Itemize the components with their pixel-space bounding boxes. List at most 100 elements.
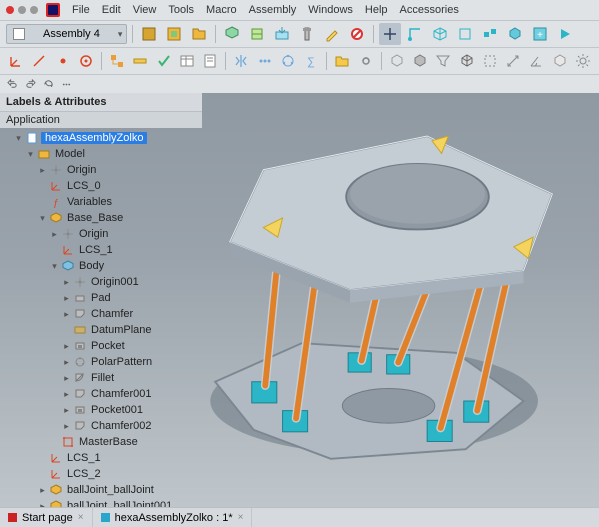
vars-icon: ƒ <box>50 196 62 208</box>
sel-filter-button[interactable] <box>433 50 453 72</box>
tab-start-page[interactable]: Start page × <box>0 508 93 527</box>
isometric-view-button[interactable] <box>429 23 451 45</box>
boxes-button[interactable] <box>479 23 501 45</box>
settings-button[interactable] <box>573 50 593 72</box>
menu-macro[interactable]: Macro <box>200 4 243 16</box>
menu-accessories[interactable]: Accessories <box>394 4 465 16</box>
link-selection-button[interactable] <box>355 50 375 72</box>
tree-node-fillet[interactable]: ▸Fillet <box>4 370 202 386</box>
maximize-window-icon[interactable] <box>30 6 38 14</box>
menu-file[interactable]: File <box>66 4 96 16</box>
tree-node-body[interactable]: ▾Body <box>4 258 202 274</box>
menu-edit[interactable]: Edit <box>96 4 127 16</box>
tree-node-lcs-1[interactable]: LCS_1 <box>4 450 202 466</box>
redo-button[interactable] <box>22 76 38 92</box>
menu-windows[interactable]: Windows <box>302 4 359 16</box>
edit-placement-button[interactable] <box>321 23 343 45</box>
front-view-button[interactable] <box>454 23 476 45</box>
tree-node-masterbase[interactable]: MasterBase <box>4 434 202 450</box>
tree-node-chamfer001[interactable]: ▸Chamfer001 <box>4 386 202 402</box>
expression-array-button[interactable]: ∑ <box>301 50 321 72</box>
workbench-selector[interactable]: Assembly 4 ▾ <box>6 24 127 44</box>
window-controls <box>0 6 44 14</box>
tree-node-pocket001[interactable]: ▸Pocket001 <box>4 402 202 418</box>
new-group-button[interactable] <box>188 23 210 45</box>
tree-node-balljoint-balljoint[interactable]: ▸ballJoint_ballJoint <box>4 482 202 498</box>
tree-node-label: MasterBase <box>77 436 140 448</box>
view-cube-button[interactable] <box>550 50 570 72</box>
tree-node-pocket[interactable]: ▸Pocket <box>4 338 202 354</box>
close-icon[interactable]: × <box>238 512 244 523</box>
menu-tools[interactable]: Tools <box>162 4 200 16</box>
hole-tool-button[interactable] <box>76 50 96 72</box>
tree-node-model[interactable]: ▾Model <box>4 146 202 162</box>
tree-node-origin[interactable]: ▸Origin <box>4 162 202 178</box>
toggle-construction-button[interactable] <box>480 50 500 72</box>
tree-node-balljoint-balljoint001[interactable]: ▸ballJoint_ballJoint001 <box>4 498 202 507</box>
close-window-icon[interactable] <box>6 6 14 14</box>
tree-node-variables[interactable]: ƒ Variables <box>4 194 202 210</box>
undo-button[interactable] <box>4 76 20 92</box>
import-datum-button[interactable] <box>271 23 293 45</box>
fillet-icon <box>74 372 86 384</box>
wire-shaded-button[interactable] <box>456 50 476 72</box>
tree-node-datumplane[interactable]: DatumPlane <box>4 322 202 338</box>
measure-button[interactable] <box>130 50 150 72</box>
tree-node-lcs-1[interactable]: LCS_1 <box>4 242 202 258</box>
check-button[interactable] <box>154 50 174 72</box>
new-sketch-button[interactable] <box>246 23 268 45</box>
insert-link-button[interactable] <box>221 23 243 45</box>
menu-view[interactable]: View <box>127 4 163 16</box>
point-tool-button[interactable] <box>53 50 73 72</box>
chevron-down-icon: ▾ <box>118 29 123 40</box>
fasteners-button[interactable] <box>296 23 318 45</box>
close-icon[interactable]: × <box>78 512 84 523</box>
tree-node-origin001[interactable]: ▸Origin001 <box>4 274 202 290</box>
tree-application-row[interactable]: Application <box>0 112 202 128</box>
start-page-icon <box>8 513 17 522</box>
variant-link-button[interactable] <box>504 23 526 45</box>
pocket-icon <box>74 404 86 416</box>
tree-body[interactable]: ▾hexaAssemblyZolko▾Model▸OriginLCS_0ƒVar… <box>0 128 202 507</box>
lcs-tool-button[interactable] <box>6 50 26 72</box>
show-lcs-button[interactable] <box>404 23 426 45</box>
tree-node-chamfer002[interactable]: ▸Chamfer002 <box>4 418 202 434</box>
svg-text:ƒ: ƒ <box>53 198 59 208</box>
menu-assembly[interactable]: Assembly <box>243 4 303 16</box>
circular-array-button[interactable] <box>278 50 298 72</box>
wireframe-button[interactable] <box>387 50 407 72</box>
animate-button[interactable] <box>554 23 576 45</box>
new-model-button[interactable] <box>138 23 160 45</box>
tree-node-lcs-0[interactable]: LCS_0 <box>4 178 202 194</box>
link-icon <box>50 212 62 224</box>
add-variable-button[interactable]: + <box>529 23 551 45</box>
linear-array-button[interactable] <box>255 50 275 72</box>
bom-button[interactable] <box>200 50 220 72</box>
refresh-button[interactable] <box>40 76 56 92</box>
tree-root-node[interactable]: ▾hexaAssemblyZolko <box>4 130 202 146</box>
more-button[interactable] <box>58 76 74 92</box>
menu-help[interactable]: Help <box>359 4 394 16</box>
measure-angle-button[interactable] <box>526 50 546 72</box>
axis-tool-button[interactable] <box>29 50 49 72</box>
tree-node-base-base[interactable]: ▾Base_Base <box>4 210 202 226</box>
tree-node-origin[interactable]: ▸Origin <box>4 226 202 242</box>
tree-node-label: Variables <box>65 196 114 208</box>
tab-document[interactable]: hexaAssemblyZolko : 1* × <box>93 508 253 527</box>
mirror-button[interactable] <box>231 50 251 72</box>
tree-node-pad[interactable]: ▸Pad <box>4 290 202 306</box>
tree-node-polarpattern[interactable]: ▸PolarPattern <box>4 354 202 370</box>
measure-distance-button[interactable] <box>503 50 523 72</box>
solve-constraints-button[interactable] <box>379 23 401 45</box>
open-button[interactable] <box>332 50 352 72</box>
config-table-button[interactable] <box>177 50 197 72</box>
pocket-icon <box>74 340 86 352</box>
minimize-window-icon[interactable] <box>18 6 26 14</box>
release-button[interactable] <box>346 23 368 45</box>
tree-node-lcs-2[interactable]: LCS_2 <box>4 466 202 482</box>
shaded-button[interactable] <box>410 50 430 72</box>
tree-view-button[interactable] <box>107 50 127 72</box>
tree-node-chamfer[interactable]: ▸Chamfer <box>4 306 202 322</box>
new-body-button[interactable] <box>163 23 185 45</box>
app-logo-icon <box>46 3 60 17</box>
